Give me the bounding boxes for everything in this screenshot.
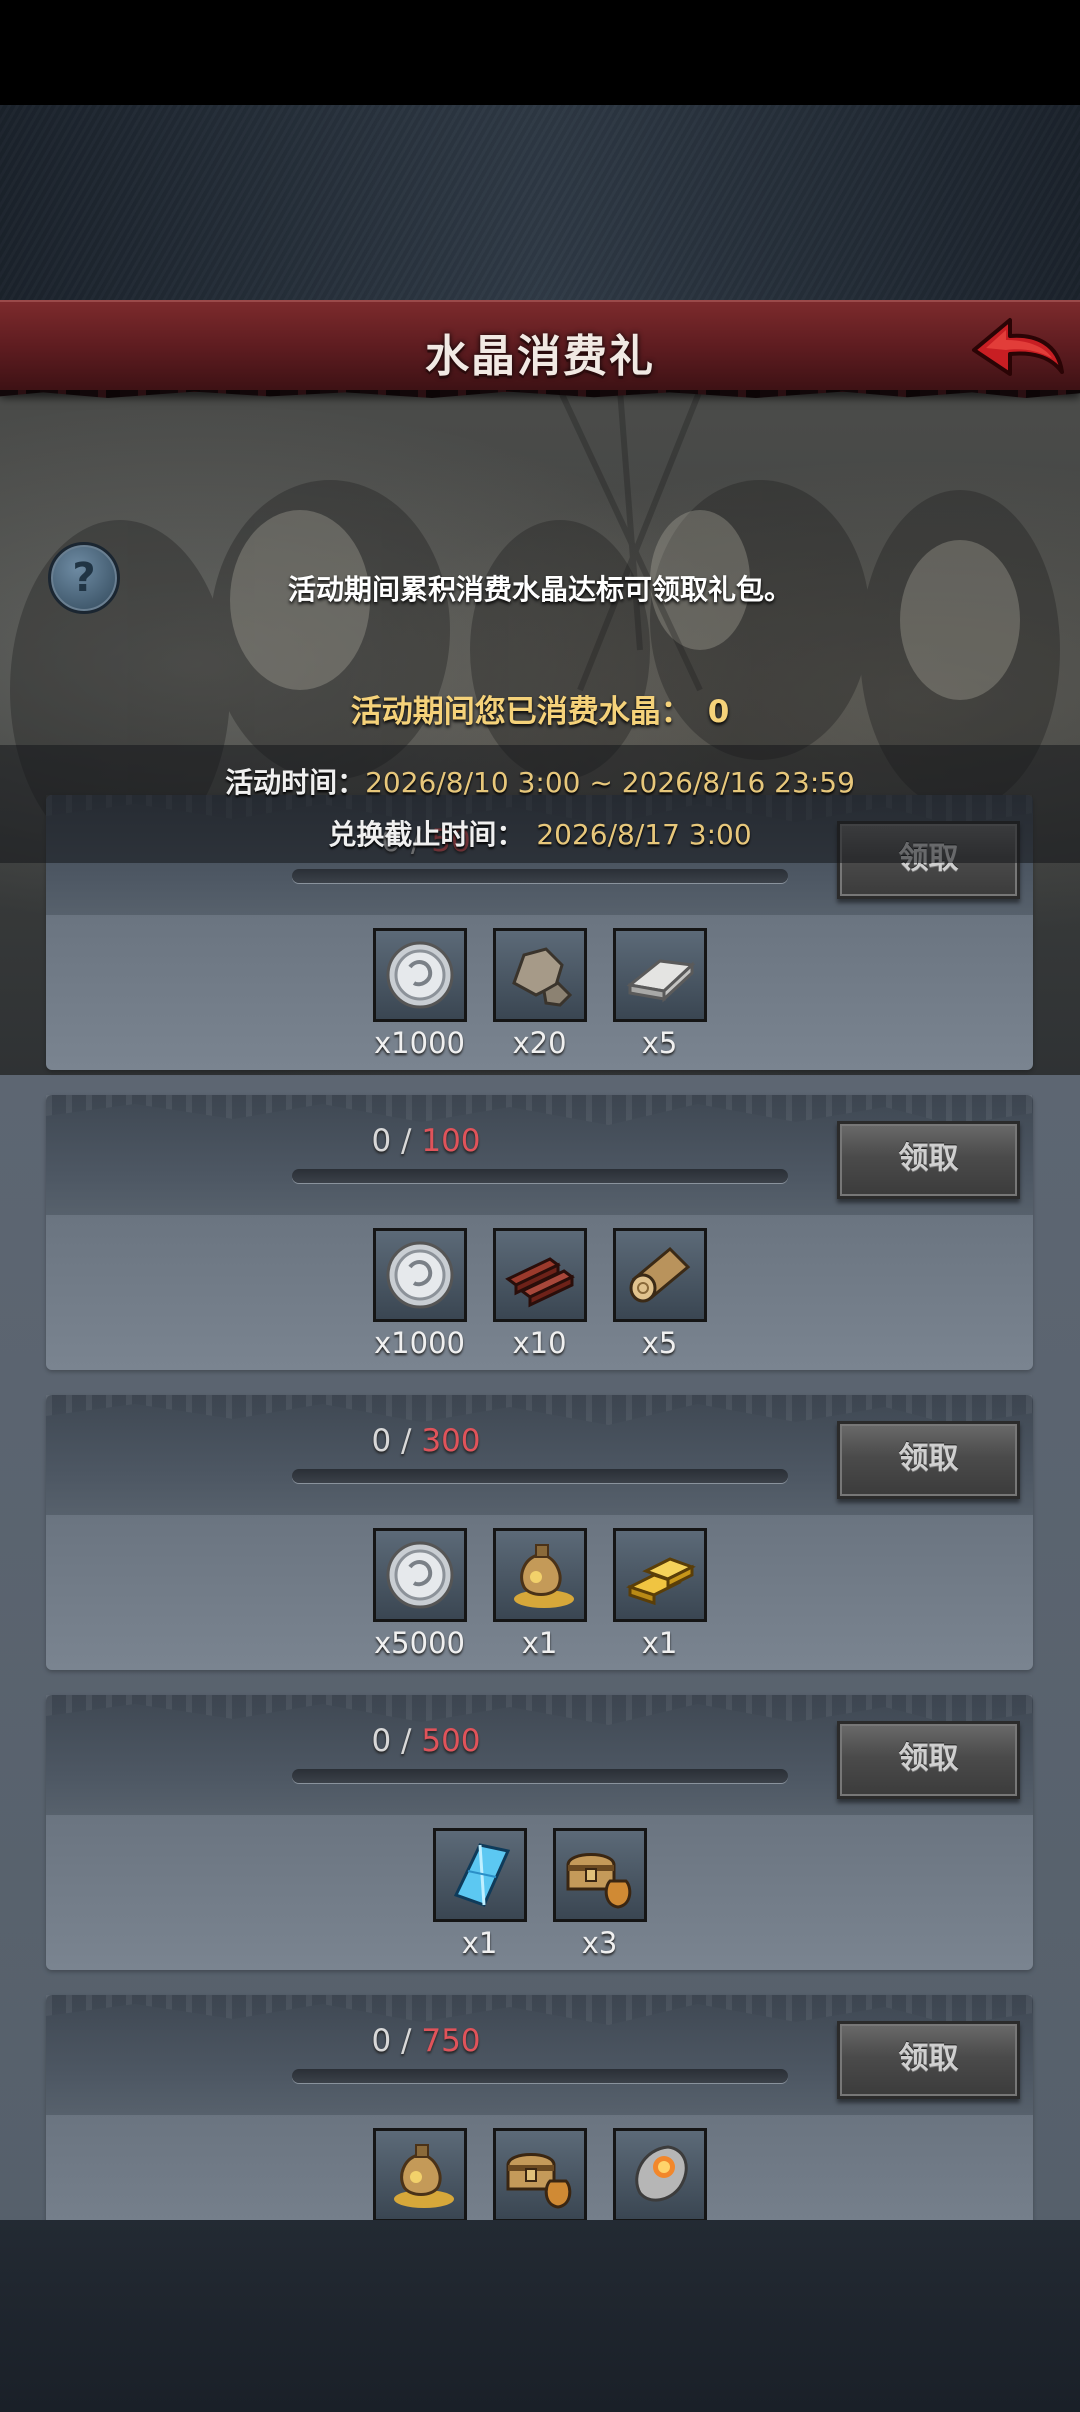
reward-quantity: x1000 [374,1026,465,1060]
reward-items: x5000 x1 x1 [46,1528,1033,1660]
reward-item[interactable]: x10 [492,1228,587,1360]
reward-items: x1000 x20 x5 [46,928,1033,1060]
reward-items [46,2128,1033,2220]
reward-tier-card: 0 / 100 领取 x1000 x10 x5 [46,1095,1033,1370]
reward-quantity: x1 [521,1626,558,1660]
tier-current: 0 [371,1123,392,1159]
reward-quantity: x3 [581,1926,618,1960]
crystal-spent-label: 活动期间您已消费水晶： [350,694,692,730]
reward-item[interactable]: x5000 [372,1528,467,1660]
tier-target: 750 [421,2023,481,2059]
wood-log-icon[interactable] [612,1228,707,1322]
reward-item[interactable]: x1000 [372,928,467,1060]
reward-item[interactable] [492,2128,587,2220]
reward-quantity: x10 [512,1326,567,1360]
reward-quantity: x1 [641,1626,678,1660]
tier-progress-text: 0 / 100 [371,1123,481,1159]
reward-items: x1 x3 [46,1828,1033,1960]
silver-coin-icon[interactable] [372,1528,467,1622]
tier-target: 100 [421,1123,481,1159]
gold-pouch-icon[interactable] [492,1528,587,1622]
tier-progress-bar [292,1769,788,1783]
exchange-deadline-value: 2026/8/17 3:00 [536,818,752,851]
reward-quantity: x5000 [374,1626,465,1660]
reward-quantity: x1 [461,1926,498,1960]
bottom-area [0,2220,1080,2412]
gold-pouch-icon[interactable] [372,2128,467,2220]
reward-tier-card: 0 / 500 领取 x1 x3 [46,1695,1033,1970]
event-time-label: 活动时间： [225,766,366,799]
silver-coin-icon[interactable] [372,928,467,1022]
treasure-chest-icon[interactable] [552,1828,647,1922]
lumber-planks-icon[interactable] [492,1228,587,1322]
back-button[interactable] [966,312,1066,384]
time-info: 活动时间：2026/8/10 3:00 ~ 2026/8/16 23:59 兑换… [0,745,1080,863]
claim-button[interactable]: 领取 [837,1121,1020,1199]
tier-current: 0 [371,1723,392,1759]
stone-icon[interactable] [492,928,587,1022]
reward-item[interactable] [612,2128,707,2220]
reward-item[interactable]: x5 [612,928,707,1060]
tier-current: 0 [371,2023,392,2059]
tier-progress-bar [292,1469,788,1483]
tier-current: 0 [371,1423,392,1459]
tier-target: 300 [421,1423,481,1459]
reward-item[interactable]: x1 [612,1528,707,1660]
tier-target: 500 [421,1723,481,1759]
event-time-value: 2026/8/10 3:00 ~ 2026/8/16 23:59 [365,766,855,799]
blue-crystal-icon[interactable] [432,1828,527,1922]
page-title: 水晶消费礼 [425,331,655,382]
tier-progress-text: 0 / 500 [371,1723,481,1759]
exchange-deadline: 兑换截止时间： 2026/8/17 3:00 [0,813,1080,853]
reward-quantity: x1000 [374,1326,465,1360]
tier-progress-text: 0 / 750 [371,2023,481,2059]
tier-progress-bar [292,1169,788,1183]
crystal-spent-value: 0 [707,694,730,730]
iron-ingot-icon[interactable] [612,928,707,1022]
reward-item[interactable]: x1 [492,1528,587,1660]
reward-items: x1000 x10 x5 [46,1228,1033,1360]
silver-coin-icon[interactable] [372,1228,467,1322]
crystal-spent: 活动期间您已消费水晶： 0 [0,686,1080,731]
reward-quantity: x20 [512,1026,567,1060]
event-panel: 水晶消费礼 ? 活动期间累积消费水晶达标可领取礼包。 活动期间您已消费水晶： 0… [0,300,1080,2220]
reward-item[interactable]: x1000 [372,1228,467,1360]
claim-button[interactable]: 领取 [837,2021,1020,2099]
reward-item[interactable] [372,2128,467,2220]
reward-tier-list[interactable]: 0 / 50领取x1000x20x50 / 100领取x1000x10x50 /… [0,773,1080,2220]
reward-item[interactable]: x1 [432,1828,527,1960]
event-description: 活动期间累积消费水晶达标可领取礼包。 [287,573,792,606]
reward-item[interactable]: x20 [492,928,587,1060]
claim-button[interactable]: 领取 [837,1721,1020,1799]
tier-progress-bar [292,2069,788,2083]
reward-quantity: x5 [641,1326,678,1360]
tier-progress-bar [292,869,788,883]
reward-quantity: x5 [641,1026,678,1060]
exchange-deadline-label: 兑换截止时间： [328,818,525,851]
event-time: 活动时间：2026/8/10 3:00 ~ 2026/8/16 23:59 [0,761,1080,801]
reward-item[interactable]: x3 [552,1828,647,1960]
reward-tier-card: 0 / 750 领取 [46,1995,1033,2220]
title-bar: 水晶消费礼 [0,300,1080,392]
tier-progress-text: 0 / 300 [371,1423,481,1459]
gold-bars-icon[interactable] [612,1528,707,1622]
back-arrow-icon [972,318,1064,376]
claim-button[interactable]: 领取 [837,1421,1020,1499]
reward-item[interactable]: x5 [612,1228,707,1360]
reward-tier-card: 0 / 300 领取 x5000 x1 x1 [46,1395,1033,1670]
fire-stone-icon[interactable] [612,2128,707,2220]
treasure-chest-icon[interactable] [492,2128,587,2220]
